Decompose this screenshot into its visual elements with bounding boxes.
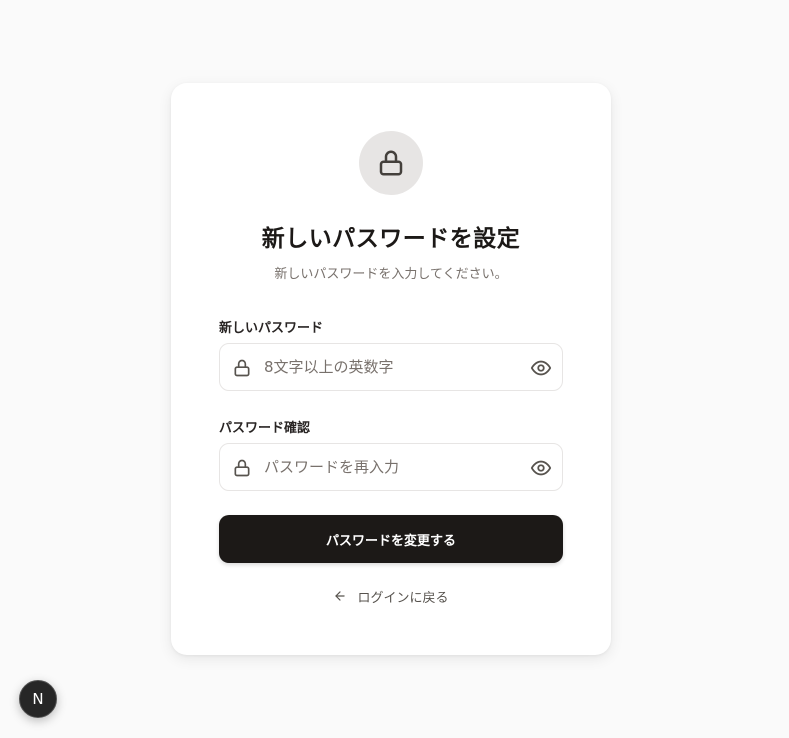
- dev-tools-badge-label: N: [32, 690, 44, 708]
- back-to-login-label: ログインに戻る: [357, 590, 449, 606]
- confirm-password-input[interactable]: [264, 444, 514, 490]
- lock-icon: [234, 459, 250, 477]
- arrow-left-icon: [335, 591, 346, 601]
- new-password-label: 新しいパスワード: [219, 321, 324, 336]
- confirm-password-field: [219, 443, 563, 491]
- change-password-button[interactable]: パスワードを変更する: [219, 515, 563, 563]
- eye-icon[interactable]: [530, 457, 552, 479]
- reset-password-card: 新しいパスワードを設定 新しいパスワードを入力してください。 新しいパスワード …: [171, 83, 611, 655]
- eye-icon[interactable]: [530, 357, 552, 379]
- lock-icon: [234, 359, 250, 377]
- page-subtitle: 新しいパスワードを入力してください。: [274, 267, 508, 282]
- lock-badge: [359, 131, 423, 195]
- new-password-field: [219, 343, 563, 391]
- new-password-input[interactable]: [264, 344, 514, 390]
- page-title: 新しいパスワードを設定: [261, 226, 521, 252]
- confirm-password-label: パスワード確認: [219, 421, 311, 436]
- back-to-login-link[interactable]: ログインに戻る: [171, 586, 611, 606]
- dev-tools-badge[interactable]: N: [19, 680, 57, 718]
- lock-icon: [379, 150, 403, 176]
